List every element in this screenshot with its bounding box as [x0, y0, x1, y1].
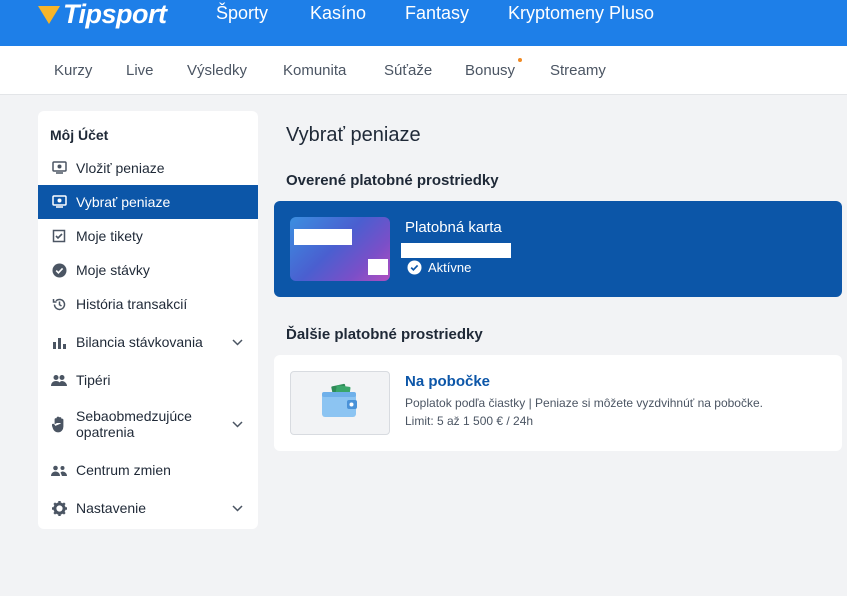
hand-icon [51, 416, 67, 432]
sidebar-item-history[interactable]: História transakcií [38, 294, 258, 314]
nav-sporty[interactable]: Športy [216, 3, 268, 24]
redacted-block [294, 229, 352, 245]
sidebar-heading: Môj Účet [50, 127, 109, 143]
sidebar-item-label: Vybrať peniaze [76, 194, 171, 210]
sidebar-item-tickets[interactable]: Moje tikety [38, 226, 258, 246]
account-sidebar: Môj Účet Vložiť peniaze Vybrať peniaze M… [38, 111, 258, 529]
chevron-down-icon[interactable] [232, 338, 244, 346]
redacted-block [368, 259, 388, 275]
sidebar-item-label: Centrum zmien [76, 462, 171, 478]
payment-card-option[interactable]: Platobná karta Aktívne [274, 201, 842, 297]
nav-fantasy[interactable]: Fantasy [405, 3, 469, 24]
sidebar-item-label: Bilancia stávkovania [76, 334, 203, 350]
card-status: Aktívne [407, 260, 471, 275]
card-name: Platobná karta [405, 219, 502, 236]
bonus-notification-dot [518, 58, 522, 62]
subnav-bonusy[interactable]: Bonusy [465, 62, 515, 79]
people-swap-icon [51, 462, 67, 478]
check-circle-icon [407, 260, 422, 275]
sidebar-item-settings[interactable]: Nastavenie [38, 498, 258, 518]
sidebar-item-label: Tipéri [76, 372, 111, 388]
nav-kryptomeny[interactable]: Kryptomeny Pluso [508, 3, 654, 24]
sidebar-item-label: Vložiť peniaze [76, 160, 165, 176]
chevron-down-icon[interactable] [232, 420, 244, 428]
history-icon [51, 296, 67, 312]
sidebar-item-label: Moje stávky [76, 262, 150, 278]
branch-payment-option[interactable]: Na pobočke Poplatok podľa čiastky | Peni… [274, 355, 842, 451]
tipsport-logo[interactable]: Tipsport [38, 0, 167, 34]
sidebar-item-balance[interactable]: Bilancia stávkovania [38, 332, 258, 352]
redacted-card-number [401, 243, 511, 258]
top-header: Tipsport Športy Kasíno Fantasy Kryptomen… [0, 0, 847, 46]
branch-name: Na pobočke [405, 373, 491, 390]
branch-limit: Limit: 5 až 1 500 € / 24h [405, 414, 534, 428]
other-methods-title: Ďalšie platobné prostriedky [286, 326, 483, 343]
subnav-kurzy[interactable]: Kurzy [54, 62, 92, 79]
bar-chart-icon [51, 334, 67, 350]
gear-icon [51, 500, 67, 516]
sidebar-item-label: Sebaobmedzujúce opatrenia [76, 408, 192, 440]
logo-mark-icon [38, 6, 60, 24]
sidebar-item-label: Nastavenie [76, 500, 147, 516]
card-status-label: Aktívne [428, 260, 472, 275]
check-circle-icon [51, 262, 67, 278]
sub-nav: Kurzy Live Výsledky Komunita Súťaže Bonu… [0, 46, 847, 95]
withdraw-icon [51, 194, 67, 210]
nav-kasino[interactable]: Kasíno [310, 3, 366, 24]
subnav-streamy[interactable]: Streamy [550, 62, 606, 79]
sidebar-item-withdraw[interactable]: Vybrať peniaze [38, 185, 258, 219]
sidebar-item-tipsters[interactable]: Tipéri [38, 370, 258, 390]
chevron-down-icon[interactable] [232, 504, 244, 512]
tickets-icon [51, 228, 67, 244]
logo-text: Tipsport [63, 0, 167, 29]
branch-description: Poplatok podľa čiastky | Peniaze si môže… [405, 396, 763, 410]
sidebar-item-bets[interactable]: Moje stávky [38, 260, 258, 280]
sidebar-item-label: História transakcií [76, 296, 188, 312]
card-image [290, 217, 390, 281]
sidebar-item-self-limits[interactable]: Sebaobmedzujúce opatrenia [38, 407, 258, 441]
page-title: Vybrať peniaze [286, 124, 421, 146]
subnav-vysledky[interactable]: Výsledky [187, 62, 247, 79]
subnav-komunita[interactable]: Komunita [283, 62, 346, 79]
sidebar-item-changes[interactable]: Centrum zmien [38, 460, 258, 480]
subnav-sutaze[interactable]: Súťaže [384, 62, 432, 79]
sidebar-item-deposit[interactable]: Vložiť peniaze [38, 158, 258, 178]
subnav-live[interactable]: Live [126, 62, 154, 79]
deposit-icon [51, 160, 67, 176]
wallet-icon [320, 383, 360, 424]
verified-methods-title: Overené platobné prostriedky [286, 172, 499, 189]
wallet-image [290, 371, 390, 435]
sidebar-item-label: Moje tikety [76, 228, 143, 244]
people-icon [51, 372, 67, 388]
